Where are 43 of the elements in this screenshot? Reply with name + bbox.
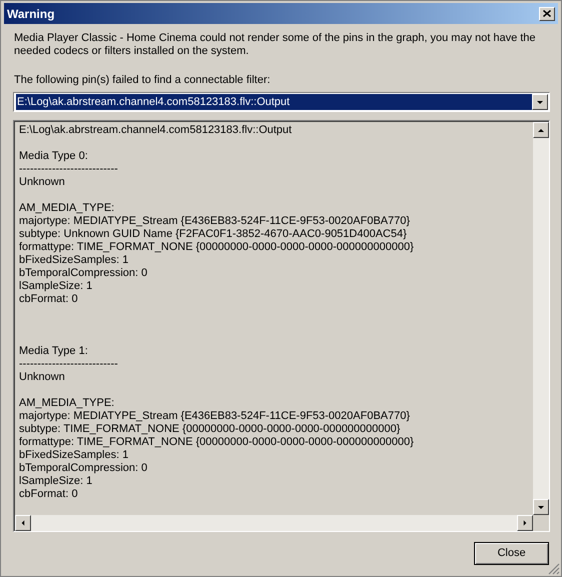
details-line: cbFormat: 0 — [19, 293, 79, 306]
scroll-right-button[interactable] — [517, 515, 533, 531]
down-arrow-icon — [536, 99, 544, 105]
scroll-up-button[interactable] — [533, 122, 549, 138]
details-line: Media Type 1: — [19, 345, 89, 358]
details-line: bTemporalCompression: 0 — [19, 462, 148, 475]
window-title: Warning — [7, 6, 56, 22]
vertical-scrollbar[interactable] — [533, 121, 549, 515]
left-arrow-icon — [20, 519, 26, 527]
close-window-button[interactable] — [539, 6, 555, 20]
details-line: Media Type 0: — [19, 150, 89, 163]
right-arrow-icon — [522, 519, 528, 527]
scroll-left-button[interactable] — [15, 515, 31, 531]
details-line: Unknown — [19, 371, 66, 384]
details-line: cbFormat: 0 — [19, 488, 79, 501]
details-line: E:\Log\ak.abrstream.channel4.com58123183.flv::Output — [19, 124, 293, 137]
down-arrow-icon — [537, 504, 545, 510]
close-icon — [543, 10, 551, 17]
horizontal-scrollbar[interactable] — [15, 515, 533, 531]
details-line: --------------------------- — [19, 358, 119, 371]
details-line: bFixedSizeSamples: 1 — [19, 254, 130, 267]
details-line: subtype: TIME_FORMAT_NONE {00000000-0000-0000-0000-000000000000} — [19, 423, 402, 436]
details-line: majortype: MEDIATYPE_Stream {E436EB83-524F-11CE-9F53-0020AF0BA770} — [19, 215, 411, 228]
details-line: formattype: TIME_FORMAT_NONE {00000000-0000-0000-0000-000000000000} — [19, 436, 415, 449]
details-line: bTemporalCompression: 0 — [19, 267, 148, 280]
pin-dropdown[interactable]: E:\Log\ak.abrstream.channel4.com58123183.flv::Output — [13, 92, 550, 112]
scroll-down-button[interactable] — [533, 499, 549, 515]
details-line: lSampleSize: 1 — [19, 475, 94, 488]
details-line: subtype: Unknown GUID Name {F2FAC0F1-3852-4670-AAC0-9051D400AC54} — [19, 228, 408, 241]
dropdown-value: E:\Log\ak.abrstream.channel4.com58123183.flv::Output — [17, 96, 290, 108]
details-line: AM_MEDIA_TYPE: — [19, 202, 116, 215]
warning-message: Media Player Classic - Home Cinema could not render some of the pins in the graph, you may not have the needed codecs or filters installed on the system. — [13, 32, 537, 58]
pins-label: The following pin(s) failed to find a connectable filter: — [13, 74, 272, 87]
details-line: bFixedSizeSamples: 1 — [19, 449, 130, 462]
close-button[interactable]: Close — [474, 542, 549, 565]
details-line: --------------------------- — [19, 163, 119, 176]
details-line: formattype: TIME_FORMAT_NONE {00000000-0000-0000-0000-000000000000} — [19, 241, 415, 254]
details-line: Unknown — [19, 176, 66, 189]
dropdown-button[interactable] — [532, 94, 548, 110]
details-line: majortype: MEDIATYPE_Stream {E436EB83-524F-11CE-9F53-0020AF0BA770} — [19, 410, 411, 423]
up-arrow-icon — [537, 127, 545, 133]
details-line: lSampleSize: 1 — [19, 280, 94, 293]
details-line: AM_MEDIA_TYPE: — [19, 397, 116, 410]
